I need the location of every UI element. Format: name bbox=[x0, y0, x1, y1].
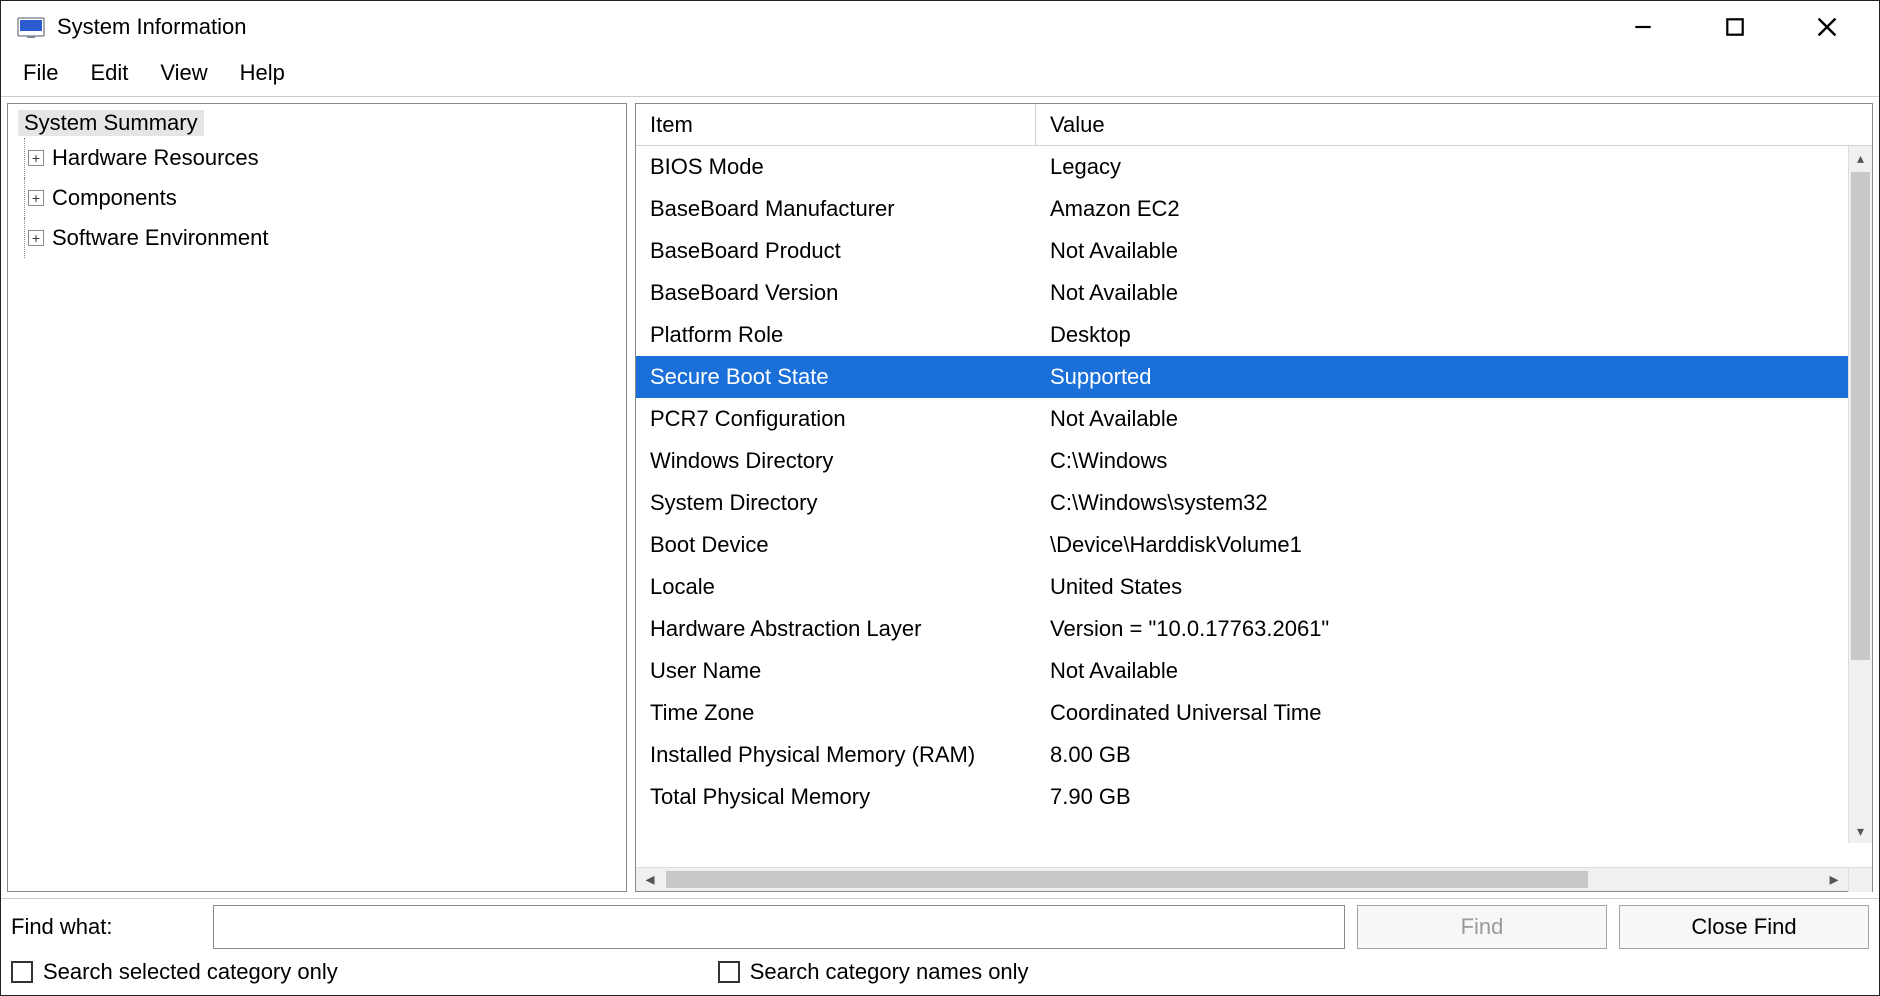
menu-help[interactable]: Help bbox=[228, 58, 297, 88]
menu-file[interactable]: File bbox=[11, 58, 70, 88]
list-row[interactable]: BaseBoard ManufacturerAmazon EC2 bbox=[636, 188, 1872, 230]
cell-item: Windows Directory bbox=[636, 448, 1036, 474]
cell-item: Total Physical Memory bbox=[636, 784, 1036, 810]
cell-item: BIOS Mode bbox=[636, 154, 1036, 180]
cell-value: Version = "10.0.17763.2061" bbox=[1036, 616, 1872, 642]
minimize-button[interactable] bbox=[1627, 11, 1659, 43]
list-body: BIOS ModeLegacyBaseBoard ManufacturerAma… bbox=[636, 146, 1872, 867]
column-header-value[interactable]: Value bbox=[1036, 104, 1872, 145]
tree-root-system-summary[interactable]: System Summary bbox=[18, 110, 204, 136]
checkbox-icon[interactable] bbox=[718, 961, 740, 983]
list-row[interactable]: Time ZoneCoordinated Universal Time bbox=[636, 692, 1872, 734]
cell-value: 8.00 GB bbox=[1036, 742, 1872, 768]
list-row[interactable]: Secure Boot StateSupported bbox=[636, 356, 1872, 398]
list-row[interactable]: BaseBoard VersionNot Available bbox=[636, 272, 1872, 314]
checkbox-icon[interactable] bbox=[11, 961, 33, 983]
cell-value: Supported bbox=[1036, 364, 1872, 390]
list-row[interactable]: Boot Device\Device\HarddiskVolume1 bbox=[636, 524, 1872, 566]
window: System Information File Edit View Help S… bbox=[0, 0, 1880, 996]
menu-view[interactable]: View bbox=[148, 58, 219, 88]
tree-item-label: Components bbox=[52, 185, 177, 211]
scroll-down-icon[interactable]: ▾ bbox=[1849, 819, 1872, 843]
list-row[interactable]: Platform RoleDesktop bbox=[636, 314, 1872, 356]
checkbox-label: Search category names only bbox=[750, 959, 1029, 985]
list-row[interactable]: BaseBoard ProductNot Available bbox=[636, 230, 1872, 272]
category-tree[interactable]: System Summary + Hardware Resources + Co… bbox=[7, 103, 627, 892]
content-area: System Summary + Hardware Resources + Co… bbox=[1, 97, 1879, 898]
list-row[interactable]: User NameNot Available bbox=[636, 650, 1872, 692]
cell-item: Locale bbox=[636, 574, 1036, 600]
list-row[interactable]: Hardware Abstraction LayerVersion = "10.… bbox=[636, 608, 1872, 650]
cell-value: 7.90 GB bbox=[1036, 784, 1872, 810]
list-row[interactable]: BIOS ModeLegacy bbox=[636, 146, 1872, 188]
cell-item: Platform Role bbox=[636, 322, 1036, 348]
cell-item: BaseBoard Manufacturer bbox=[636, 196, 1036, 222]
find-bar: Find what: Find Close Find Search select… bbox=[1, 898, 1879, 995]
cell-item: PCR7 Configuration bbox=[636, 406, 1036, 432]
close-button[interactable] bbox=[1811, 11, 1843, 43]
tree-item-software-environment[interactable]: + Software Environment bbox=[28, 218, 616, 258]
scroll-thumb[interactable] bbox=[666, 871, 1588, 888]
list-row[interactable]: Windows DirectoryC:\Windows bbox=[636, 440, 1872, 482]
menubar: File Edit View Help bbox=[1, 53, 1879, 97]
scroll-left-icon[interactable]: ◂ bbox=[636, 869, 664, 890]
cell-item: BaseBoard Product bbox=[636, 238, 1036, 264]
scroll-corner bbox=[1848, 868, 1872, 892]
cell-item: Hardware Abstraction Layer bbox=[636, 616, 1036, 642]
cell-value: Not Available bbox=[1036, 280, 1872, 306]
search-selected-category-only-checkbox[interactable]: Search selected category only bbox=[11, 959, 338, 985]
titlebar: System Information bbox=[1, 1, 1879, 53]
close-find-button[interactable]: Close Find bbox=[1619, 905, 1869, 949]
cell-item: Time Zone bbox=[636, 700, 1036, 726]
cell-item: System Directory bbox=[636, 490, 1036, 516]
scroll-up-icon[interactable]: ▴ bbox=[1849, 146, 1872, 170]
maximize-button[interactable] bbox=[1719, 11, 1751, 43]
cell-value: \Device\HarddiskVolume1 bbox=[1036, 532, 1872, 558]
tree-item-label: Hardware Resources bbox=[52, 145, 259, 171]
cell-value: Legacy bbox=[1036, 154, 1872, 180]
horizontal-scrollbar[interactable]: ◂ ▸ bbox=[636, 867, 1872, 891]
app-icon bbox=[17, 15, 45, 39]
tree-item-label: Software Environment bbox=[52, 225, 268, 251]
menu-edit[interactable]: Edit bbox=[78, 58, 140, 88]
vertical-scrollbar[interactable]: ▴ ▾ bbox=[1848, 146, 1872, 843]
details-list: Item Value BIOS ModeLegacyBaseBoard Manu… bbox=[635, 103, 1873, 892]
cell-item: BaseBoard Version bbox=[636, 280, 1036, 306]
cell-value: Amazon EC2 bbox=[1036, 196, 1872, 222]
search-category-names-only-checkbox[interactable]: Search category names only bbox=[718, 959, 1029, 985]
find-button[interactable]: Find bbox=[1357, 905, 1607, 949]
list-row[interactable]: Installed Physical Memory (RAM)8.00 GB bbox=[636, 734, 1872, 776]
list-row[interactable]: PCR7 ConfigurationNot Available bbox=[636, 398, 1872, 440]
tree-children: + Hardware Resources + Components + Soft… bbox=[28, 138, 616, 258]
find-input[interactable] bbox=[213, 905, 1345, 949]
tree-item-hardware-resources[interactable]: + Hardware Resources bbox=[28, 138, 616, 178]
cell-value: Not Available bbox=[1036, 238, 1872, 264]
window-title: System Information bbox=[57, 14, 247, 40]
list-row[interactable]: System DirectoryC:\Windows\system32 bbox=[636, 482, 1872, 524]
scroll-thumb[interactable] bbox=[1851, 172, 1870, 660]
cell-value: Coordinated Universal Time bbox=[1036, 700, 1872, 726]
list-header: Item Value bbox=[636, 104, 1872, 146]
cell-item: Secure Boot State bbox=[636, 364, 1036, 390]
cell-value: Not Available bbox=[1036, 406, 1872, 432]
expand-icon[interactable]: + bbox=[28, 190, 44, 206]
expand-icon[interactable]: + bbox=[28, 230, 44, 246]
cell-item: Boot Device bbox=[636, 532, 1036, 558]
cell-item: Installed Physical Memory (RAM) bbox=[636, 742, 1036, 768]
checkbox-label: Search selected category only bbox=[43, 959, 338, 985]
find-label: Find what: bbox=[11, 914, 201, 940]
list-row[interactable]: LocaleUnited States bbox=[636, 566, 1872, 608]
list-row[interactable]: Total Physical Memory7.90 GB bbox=[636, 776, 1872, 818]
cell-item: User Name bbox=[636, 658, 1036, 684]
cell-value: United States bbox=[1036, 574, 1872, 600]
cell-value: Desktop bbox=[1036, 322, 1872, 348]
cell-value: C:\Windows bbox=[1036, 448, 1872, 474]
cell-value: Not Available bbox=[1036, 658, 1872, 684]
cell-value: C:\Windows\system32 bbox=[1036, 490, 1872, 516]
tree-item-components[interactable]: + Components bbox=[28, 178, 616, 218]
scroll-right-icon[interactable]: ▸ bbox=[1820, 869, 1848, 890]
column-header-item[interactable]: Item bbox=[636, 104, 1036, 145]
expand-icon[interactable]: + bbox=[28, 150, 44, 166]
